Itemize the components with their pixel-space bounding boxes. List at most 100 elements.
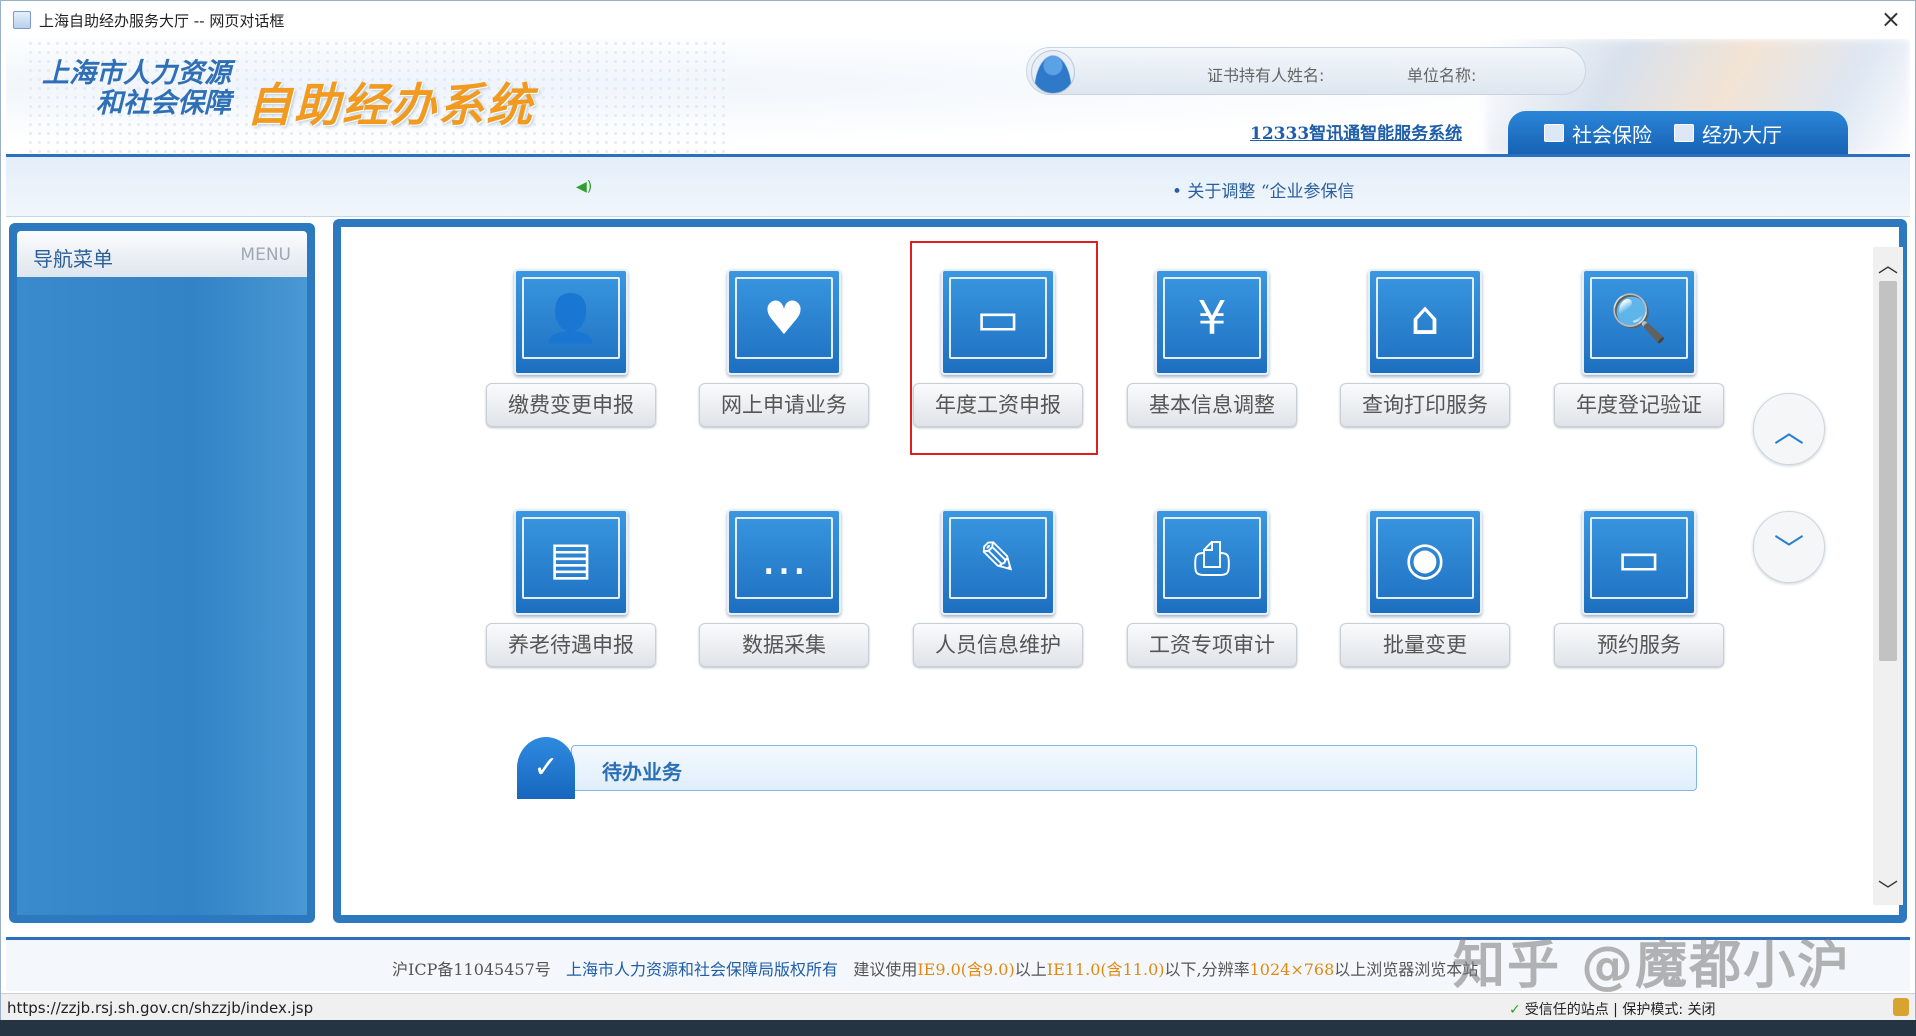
- tile-screen: ▭: [1582, 509, 1696, 615]
- tile-label: 网上申请业务: [699, 383, 869, 427]
- chevron-up-icon: ︿: [1774, 415, 1804, 450]
- resolution-text: 1024×768: [1249, 960, 1335, 979]
- tile-payment-change[interactable]: 👤 缴费变更申报: [486, 269, 656, 439]
- chevron-down-icon: ﹀: [1774, 533, 1804, 568]
- user-avatar-icon: [1031, 50, 1075, 94]
- tab-service-hall[interactable]: 经办大厅: [1674, 119, 1782, 148]
- document-edit-icon: ✎: [949, 517, 1047, 599]
- tile-label: 预约服务: [1554, 623, 1724, 667]
- status-bar: https://zzjb.rsj.sh.gov.cn/shzzjb/index.…: [1, 993, 1915, 1021]
- tile-label: 人员信息维护: [913, 623, 1083, 667]
- ie-page-icon: [13, 11, 31, 29]
- pending-business-bar[interactable]: 待办业务: [571, 745, 1697, 791]
- tile-query-print[interactable]: ⌂ 查询打印服务: [1340, 269, 1510, 439]
- tile-screen: ✎: [941, 509, 1055, 615]
- close-icon[interactable]: ×: [1881, 5, 1901, 33]
- copyright: 上海市人力资源和社会保障局版权所有: [566, 960, 839, 979]
- fax-printer-icon: ⎙: [1163, 517, 1261, 599]
- unit-name-label: 单位名称:: [1407, 66, 1477, 85]
- top-tabs: 社会保险 经办大厅: [1508, 111, 1848, 155]
- cert-holder-label: 证书持有人姓名:: [1207, 66, 1325, 85]
- tile-screen: ▤: [514, 509, 628, 615]
- nav-menu-label: MENU: [240, 245, 291, 265]
- house-icon: ⌂: [1376, 277, 1474, 359]
- page-down-button[interactable]: ﹀: [1753, 511, 1825, 583]
- notice-text[interactable]: • 关于调整 “企业参保信: [1172, 177, 1355, 202]
- org-name-line1: 上海市人力资源: [42, 58, 231, 89]
- yuan-edit-icon: ¥: [1163, 277, 1261, 359]
- ie9-text: IE9.0(含9.0): [917, 960, 1015, 979]
- dialog-window: 上海自助经办服务大厅 -- 网页对话框 × 上海市人力资源 和社会保障 自助经办…: [0, 0, 1916, 1036]
- chat-bubble-icon: …: [735, 517, 833, 599]
- tile-personnel-info[interactable]: ✎ 人员信息维护: [913, 509, 1083, 679]
- title-bar: 上海自助经办服务大厅 -- 网页对话框 ×: [1, 1, 1915, 39]
- tile-screen: 👤: [514, 269, 628, 375]
- scroll-down-icon[interactable]: ﹀: [1873, 874, 1903, 903]
- trusted-zone: ✓ 受信任的站点 | 保护模式: 关闭: [1509, 999, 1716, 1019]
- tile-pension[interactable]: ▤ 养老待遇申报: [486, 509, 656, 679]
- person-coins-icon: 👤: [522, 277, 620, 359]
- tab-social-insurance[interactable]: 社会保险: [1544, 119, 1652, 148]
- tile-basic-info[interactable]: ¥ 基本信息调整: [1127, 269, 1297, 439]
- nav-sidebar: 导航菜单 MENU: [9, 223, 315, 923]
- page-up-button[interactable]: ︿: [1753, 393, 1825, 465]
- user-info-bar: 证书持有人姓名: 单位名称:: [1026, 47, 1586, 95]
- tile-annual-verify[interactable]: 🔍 年度登记验证: [1554, 269, 1724, 439]
- building-icon: [1674, 124, 1694, 142]
- pending-business-label: 待办业务: [602, 760, 682, 784]
- tile-label: 基本信息调整: [1127, 383, 1297, 427]
- vertical-scrollbar[interactable]: ︿ ﹀: [1873, 247, 1903, 905]
- document-search-icon: 🔍: [1590, 277, 1688, 359]
- checklist-icon: ✓: [517, 737, 575, 799]
- tile-label: 年度登记验证: [1554, 383, 1724, 427]
- tile-wage-audit[interactable]: ⎙ 工资专项审计: [1127, 509, 1297, 679]
- ie11-text: IE11.0(含11.0): [1046, 960, 1165, 979]
- tile-batch-change[interactable]: ◉ 批量变更: [1340, 509, 1510, 679]
- card-icon: [1544, 124, 1564, 142]
- tile-screen: ⌂: [1368, 269, 1482, 375]
- system-name: 自助经办系统: [246, 78, 534, 132]
- tile-data-collect[interactable]: … 数据采集: [699, 509, 869, 679]
- tile-screen: ♥: [727, 269, 841, 375]
- tile-label: 批量变更: [1340, 623, 1510, 667]
- tile-online-apply[interactable]: ♥ 网上申请业务: [699, 269, 869, 439]
- heart-hand-icon: ♥: [735, 277, 833, 359]
- speaker-icon: ◀): [576, 179, 593, 195]
- tile-screen: ◉: [1368, 509, 1482, 615]
- window-title: 上海自助经办服务大厅 -- 网页对话框: [39, 11, 285, 30]
- footer-text: 沪ICP备11045457号 上海市人力资源和社会保障局版权所有 建议使用IE9…: [392, 956, 1478, 980]
- notice-bar: ◀) • 关于调整 “企业参保信: [6, 157, 1910, 217]
- trusted-zone-text: 受信任的站点 | 保护模式: 关闭: [1524, 1002, 1716, 1018]
- icp-number: 沪ICP备11045457号: [392, 960, 551, 979]
- nav-menu-title: 导航菜单: [33, 247, 113, 271]
- check-icon: ✓: [1509, 1002, 1521, 1018]
- above-text: 以上: [1014, 960, 1047, 979]
- tab-label: 社会保险: [1572, 122, 1652, 147]
- tile-label: 数据采集: [699, 623, 869, 667]
- tile-screen: 🔍: [1582, 269, 1696, 375]
- suggest-text: 建议使用: [853, 960, 918, 979]
- nav-menu-header: 导航菜单 MENU: [17, 231, 307, 277]
- tile-screen: ¥: [1155, 269, 1269, 375]
- highlight-box: [910, 241, 1098, 455]
- tile-screen: …: [727, 509, 841, 615]
- printer-icon: ▤: [522, 517, 620, 599]
- tile-label: 工资专项审计: [1127, 623, 1297, 667]
- below-text: 以下,分辨率: [1164, 960, 1250, 979]
- nav-menu-body: [17, 277, 307, 915]
- scroll-thumb[interactable]: [1879, 281, 1897, 661]
- monitor-icon: ▭: [1590, 517, 1688, 599]
- tile-label: 查询打印服务: [1340, 383, 1510, 427]
- taskbar-strip: [0, 1020, 1916, 1036]
- header-banner: 上海市人力资源 和社会保障 自助经办系统 证书持有人姓名: 单位名称: 1233…: [6, 39, 1910, 155]
- lock-icon: [1893, 998, 1909, 1016]
- org-logo: 上海市人力资源 和社会保障: [42, 59, 231, 119]
- tile-label: 养老待遇申报: [486, 623, 656, 667]
- zhihu-watermark: 知乎 @魔都小沪: [1453, 936, 1852, 996]
- presentation-icon: ◉: [1376, 517, 1474, 599]
- tile-label: 缴费变更申报: [486, 383, 656, 427]
- service-system-link[interactable]: 12333智讯通智能服务系统: [1250, 119, 1462, 144]
- tab-label: 经办大厅: [1702, 122, 1782, 147]
- tile-appointment[interactable]: ▭ 预约服务: [1554, 509, 1724, 679]
- scroll-up-icon[interactable]: ︿: [1873, 249, 1903, 278]
